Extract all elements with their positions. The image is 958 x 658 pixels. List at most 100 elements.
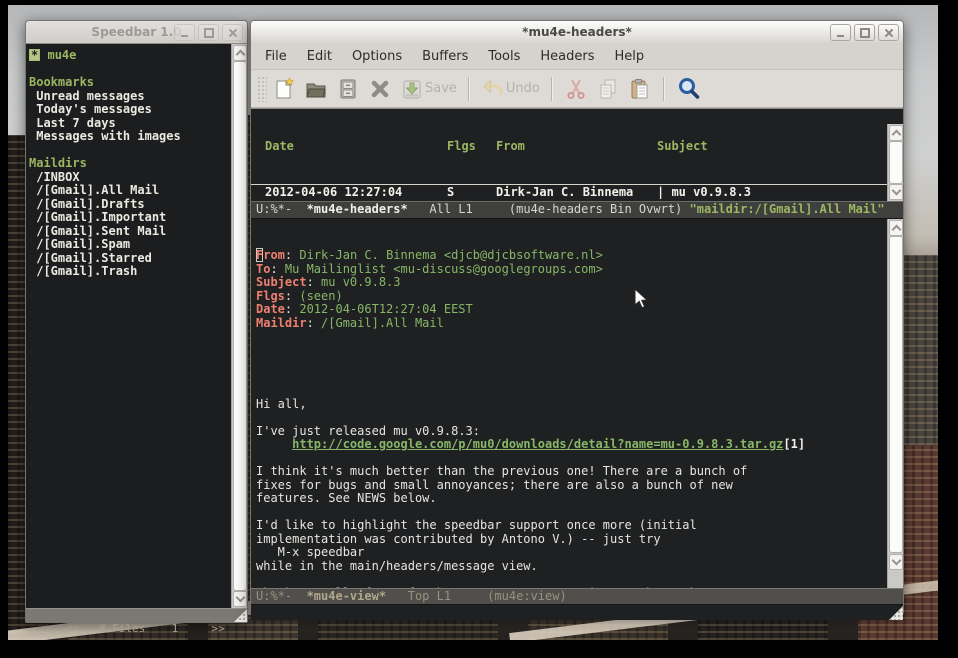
- search-icon: [676, 76, 702, 102]
- message-body-line: fixes for bugs and small annoyances; the…: [256, 479, 903, 493]
- speedbar-titlebar[interactable]: Speedbar 1.0: [26, 21, 247, 43]
- scrollbar-thumb[interactable]: [889, 236, 903, 553]
- cell-flags: S: [447, 185, 496, 201]
- speedbar-item[interactable]: Today's messages: [29, 103, 232, 117]
- message-body-line: Thanks to all of you for bug reports / s…: [256, 587, 903, 589]
- field-colon: :: [285, 302, 299, 316]
- message-link[interactable]: http://code.google.com/p/mu0/downloads/d…: [292, 437, 783, 451]
- field-colon: :: [285, 289, 299, 303]
- mu4e-headers-pane: DateFlgsFromSubject 2012-04-06 12:27:04S…: [251, 109, 903, 201]
- column-subject: Subject: [657, 139, 903, 154]
- scroll-down-button[interactable]: [233, 591, 247, 607]
- scrollbar-thumb[interactable]: [889, 141, 903, 184]
- message-body-line: Hi all,: [256, 398, 903, 412]
- speedbar-item[interactable]: Last 7 days: [29, 117, 232, 131]
- speedbar-item[interactable]: /INBOX: [29, 171, 232, 185]
- minimize-button[interactable]: [830, 24, 851, 41]
- speedbar-section-bookmarks: Bookmarks: [29, 76, 232, 90]
- open-file-button[interactable]: [301, 75, 331, 103]
- modeline-position: All L1: [408, 202, 509, 216]
- message-body-line: http://code.google.com/p/mu0/downloads/d…: [256, 438, 903, 452]
- speedbar-item[interactable]: /[Gmail].Important: [29, 211, 232, 225]
- scroll-up-button[interactable]: [889, 220, 903, 236]
- toolbar-separator: [551, 77, 553, 101]
- dired-button[interactable]: [333, 75, 363, 103]
- menu-edit[interactable]: Edit: [297, 46, 342, 67]
- modeline-prefix: U:%*-: [256, 202, 307, 216]
- cell-date: 2012-04-06 12:27:04: [265, 185, 447, 201]
- speedbar-scrollbar[interactable]: [231, 44, 247, 608]
- menu-file[interactable]: File: [255, 46, 297, 67]
- table-row[interactable]: 2012-04-06 12:27:04SDirk-Jan C. Binnema|…: [251, 184, 903, 201]
- emacs-window: *mu4e-headers* FileEditOptionsBuffersToo…: [250, 20, 904, 614]
- cut-button[interactable]: [561, 75, 591, 103]
- speedbar-item[interactable]: /[Gmail].Drafts: [29, 198, 232, 212]
- save-button[interactable]: Save: [397, 75, 460, 103]
- minimize-icon: [837, 35, 844, 37]
- modeline-headers: U:%*- *mu4e-headers* All L1 (mu4e-header…: [251, 201, 903, 219]
- chevron-up-icon: [892, 225, 902, 235]
- maximize-button[interactable]: [198, 24, 219, 41]
- menu-buffers[interactable]: Buffers: [412, 46, 478, 67]
- speedbar-root-item[interactable]: * mu4e: [29, 49, 232, 63]
- maximize-button[interactable]: [854, 24, 875, 41]
- speedbar-content: * mu4e Bookmarks Unread messages Today's…: [26, 44, 232, 608]
- menu-tools[interactable]: Tools: [478, 46, 530, 67]
- message-header-field: Subject: mu v0.9.8.3: [256, 276, 903, 290]
- echo-area[interactable]: [251, 605, 903, 620]
- scrollbar-thumb[interactable]: [233, 61, 247, 591]
- scroll-down-button[interactable]: [889, 184, 903, 200]
- cell-from: Dirk-Jan C. Binnema: [496, 185, 657, 201]
- undo-button[interactable]: Undo: [478, 75, 543, 103]
- speedbar-item[interactable]: /[Gmail].Spam: [29, 238, 232, 252]
- close-button[interactable]: [878, 24, 899, 41]
- copy-button[interactable]: [593, 75, 623, 103]
- message-body-line: [256, 573, 903, 587]
- speedbar-item[interactable]: /[Gmail].Trash: [29, 265, 232, 279]
- speedbar-item[interactable]: /[Gmail].All Mail: [29, 184, 232, 198]
- search-button[interactable]: [673, 74, 705, 104]
- undo-icon: [481, 77, 505, 101]
- headers-scrollbar[interactable]: [887, 124, 903, 201]
- speedbar-item[interactable]: Messages with images: [29, 130, 232, 144]
- view-scrollbar[interactable]: [887, 219, 903, 588]
- menu-headers[interactable]: Headers: [530, 46, 604, 67]
- menu-bar: FileEditOptionsBuffersToolsHeadersHelp: [251, 43, 903, 70]
- field-label: Date: [256, 302, 285, 316]
- link-footnote: [1]: [783, 437, 805, 451]
- field-colon: :: [307, 275, 321, 289]
- speedbar-item[interactable]: Unread messages: [29, 90, 232, 104]
- modeline-buffer-name: *mu4e-headers*: [307, 202, 408, 216]
- menu-help[interactable]: Help: [605, 46, 655, 67]
- modeline-buffer-name: *mu4e-view*: [307, 589, 386, 603]
- window-title: *mu4e-headers*: [251, 25, 903, 39]
- field-label: Subject: [256, 275, 307, 289]
- column-date: Date: [265, 139, 447, 154]
- close-x-icon: [368, 77, 392, 101]
- speedbar-item[interactable]: /[Gmail].Starred: [29, 252, 232, 266]
- paste-button[interactable]: [625, 75, 655, 103]
- menu-options[interactable]: Options: [342, 46, 412, 67]
- field-colon: :: [307, 316, 321, 330]
- save-icon: [400, 77, 424, 101]
- field-label: To: [256, 262, 270, 276]
- link-indent: [256, 437, 292, 451]
- paste-clipboard-icon: [628, 77, 652, 101]
- scroll-down-button[interactable]: [889, 554, 903, 570]
- minimize-button[interactable]: [174, 24, 195, 41]
- file-cabinet-icon: [336, 77, 360, 101]
- mouse-cursor: [634, 288, 650, 310]
- scroll-up-button[interactable]: [889, 125, 903, 141]
- close-buffer-button[interactable]: [365, 75, 395, 103]
- resize-grip[interactable]: [234, 609, 247, 622]
- emacs-titlebar[interactable]: *mu4e-headers*: [251, 21, 903, 43]
- scroll-up-button[interactable]: [233, 45, 247, 61]
- field-value: Mu Mailinglist <mu-discuss@googlegroups.…: [285, 262, 603, 276]
- chevron-down-icon: [892, 556, 902, 566]
- new-file-button[interactable]: [269, 75, 299, 103]
- speedbar-item[interactable]: /[Gmail].Sent Mail: [29, 225, 232, 239]
- field-value: (seen): [299, 289, 342, 303]
- resize-grip[interactable]: [889, 606, 903, 620]
- toolbar-separator: [468, 77, 470, 101]
- close-button[interactable]: [222, 24, 243, 41]
